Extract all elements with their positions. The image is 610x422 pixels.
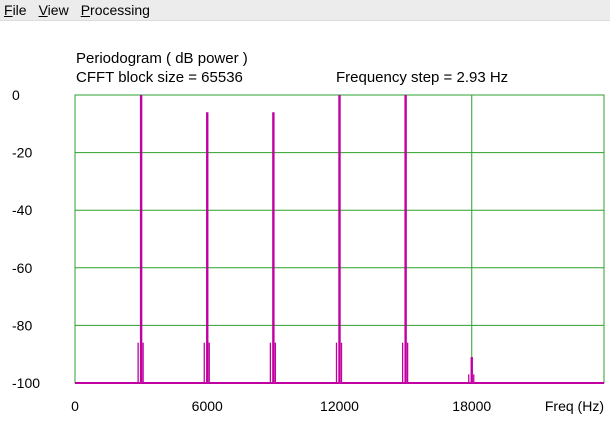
periodogram-panel: Periodogram ( dB power ) CFFT block size… xyxy=(0,21,610,422)
y-tick-label: -60 xyxy=(12,260,32,276)
menu-file[interactable]: File xyxy=(0,0,33,20)
x-axis-label: Freq (Hz) xyxy=(545,398,604,414)
menu-bar: File View Processing xyxy=(0,0,610,21)
y-tick-label: 0 xyxy=(12,87,20,103)
menu-label-rest: ile xyxy=(12,2,27,18)
y-tick-label: -100 xyxy=(12,375,40,391)
menu-mnemonic: P xyxy=(80,2,91,18)
x-tick-label: 6000 xyxy=(192,398,223,414)
y-tick-label: -80 xyxy=(12,317,32,333)
y-tick-label: -20 xyxy=(12,145,32,161)
y-tick-label: -40 xyxy=(12,202,32,218)
menu-mnemonic: F xyxy=(4,2,13,18)
menu-label-rest: iew xyxy=(47,2,69,18)
x-tick-label: 0 xyxy=(71,398,79,414)
menu-view[interactable]: View xyxy=(35,0,75,20)
x-tick-label: 12000 xyxy=(320,398,359,414)
menu-processing[interactable]: Processing xyxy=(77,0,156,20)
periodogram-chart: 0 -20 -40 -60 -80 -100 0 6000 12000 18000 Freq (Hz… xyxy=(12,87,605,414)
menu-mnemonic: V xyxy=(38,2,48,18)
menu-label-rest: rocessing xyxy=(90,2,150,18)
x-tick-label: 18000 xyxy=(452,398,491,414)
